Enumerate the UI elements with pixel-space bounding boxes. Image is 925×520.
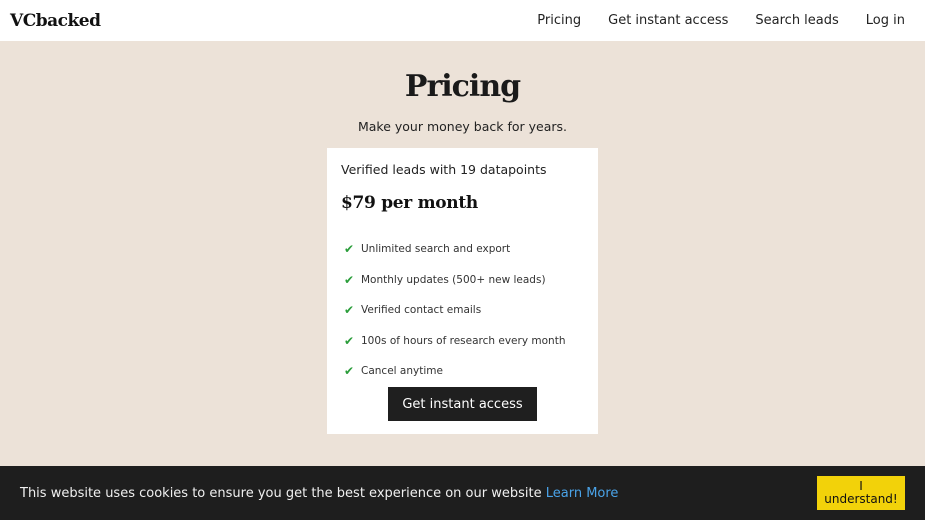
checkmark-icon: ✔	[344, 333, 355, 348]
page-subtitle: Make your money back for years.	[357, 119, 567, 134]
nav-link-get-instant-access[interactable]: Get instant access	[608, 13, 728, 28]
nav-link-search-leads[interactable]: Search leads	[755, 13, 838, 28]
feature-text: 100s of hours of research every month	[361, 334, 566, 347]
feature-item: ✔ Cancel anytime	[341, 356, 584, 387]
feature-text: Unlimited search and export	[361, 243, 511, 256]
cookie-message-text: This website uses cookies to ensure you …	[20, 485, 546, 501]
top-navigation-bar: VCbacked Pricing Get instant access Sear…	[0, 0, 925, 41]
feature-text: Monthly updates (500+ new leads)	[361, 273, 546, 286]
accept-cookies-button[interactable]: I understand!	[817, 476, 905, 510]
pricing-card: Verified leads with 19 datapoints $79 pe…	[327, 148, 598, 434]
pricing-card-heading: Verified leads with 19 datapoints	[341, 162, 547, 177]
checkmark-icon: ✔	[344, 364, 355, 379]
cookie-message: This website uses cookies to ensure you …	[20, 486, 618, 501]
checkmark-icon: ✔	[344, 242, 355, 257]
feature-text: Cancel anytime	[361, 365, 443, 378]
feature-item: ✔ Monthly updates (500+ new leads)	[341, 265, 584, 296]
pricing-card-price: $79 per month	[341, 193, 478, 213]
get-instant-access-button[interactable]: Get instant access	[388, 387, 537, 421]
nav-link-log-in[interactable]: Log in	[866, 13, 905, 28]
page-title: Pricing	[404, 69, 521, 104]
checkmark-icon: ✔	[344, 272, 355, 287]
learn-more-link[interactable]: Learn More	[546, 486, 619, 501]
feature-item: ✔ Unlimited search and export	[341, 234, 584, 265]
feature-text: Verified contact emails	[361, 304, 482, 317]
feature-item: ✔ Verified contact emails	[341, 295, 584, 326]
nav-links: Pricing Get instant access Search leads …	[510, 13, 905, 28]
pricing-section: Pricing Make your money back for years. …	[0, 41, 925, 461]
cookie-banner: This website uses cookies to ensure you …	[0, 466, 925, 520]
feature-list: ✔ Unlimited search and export ✔ Monthly …	[341, 234, 584, 387]
site-logo[interactable]: VCbacked	[10, 11, 101, 31]
checkmark-icon: ✔	[344, 303, 355, 318]
nav-link-pricing[interactable]: Pricing	[537, 13, 581, 28]
feature-item: ✔ 100s of hours of research every month	[341, 326, 584, 357]
